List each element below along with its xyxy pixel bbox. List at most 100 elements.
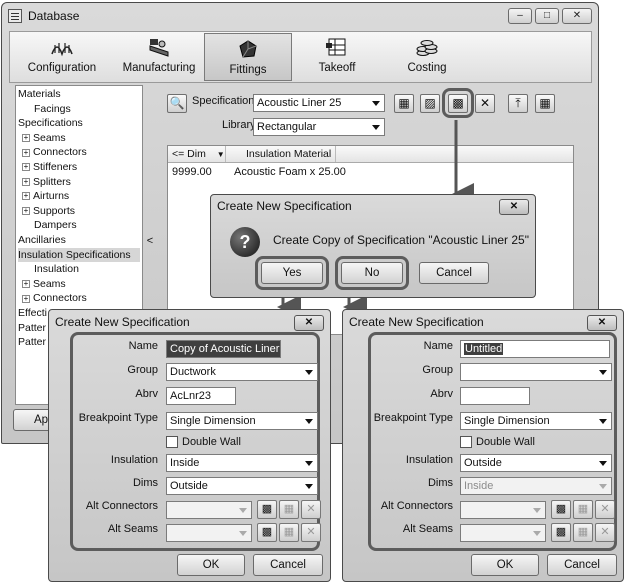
alt-connectors-select[interactable] (166, 501, 252, 519)
upload-button[interactable]: ⤒ (508, 94, 528, 113)
cancel-button[interactable]: Cancel (253, 554, 323, 576)
tree-item[interactable]: Materials (18, 87, 140, 102)
alt-connectors-add-icon[interactable]: ▩ (551, 500, 571, 519)
alt-seams-edit-icon[interactable]: ▦ (573, 523, 593, 542)
tree-item[interactable]: Insulation (18, 262, 140, 277)
abrv-field[interactable]: AcLnr23 (166, 387, 236, 405)
minimize-button[interactable]: – (508, 8, 532, 24)
expand-icon[interactable]: + (22, 134, 30, 142)
grid-cell-material: Acoustic Foam x 25.00 (234, 166, 346, 178)
alt-seams-select[interactable] (166, 524, 252, 542)
maximize-button[interactable]: □ (535, 8, 559, 24)
double-wall-checkbox[interactable]: Double Wall (460, 436, 535, 449)
tree-item[interactable]: + Connectors (18, 291, 140, 306)
tab-configuration[interactable]: Configuration (10, 32, 114, 82)
alt-connectors-edit-icon[interactable]: ▦ (573, 500, 593, 519)
grid-cell-dim: 9999.00 (172, 166, 212, 178)
properties-button[interactable]: ▦ (394, 94, 414, 113)
tree-item[interactable]: + Seams (18, 277, 140, 292)
alt-seams-select[interactable] (460, 524, 546, 542)
alt-seams-delete-icon[interactable]: ✕ (301, 523, 321, 542)
ok-button[interactable]: OK (177, 554, 245, 576)
dialog-right-close-button[interactable]: ✕ (587, 315, 617, 331)
insulation-label: Insulation (110, 454, 158, 466)
confirm-dialog: Create New Specification ✕ ? Create Copy… (210, 194, 536, 298)
alt-seams-add-icon[interactable]: ▩ (257, 523, 277, 542)
group-label: Group (127, 364, 158, 376)
abrv-field[interactable] (460, 387, 530, 405)
cancel-button[interactable]: Cancel (419, 262, 489, 284)
grid-header-material[interactable]: Insulation Material (226, 146, 336, 162)
tree-item[interactable]: + Connectors (18, 145, 140, 160)
copy-button[interactable]: ▨ (420, 94, 440, 113)
tree-item[interactable]: + Splitters (18, 175, 140, 190)
tree-item[interactable]: Specifications (18, 116, 140, 131)
group-select[interactable] (460, 363, 612, 381)
insulation-select[interactable]: Outside (460, 454, 612, 472)
group-select[interactable]: Ductwork (166, 363, 318, 381)
delete-button[interactable]: ✕ (475, 94, 495, 113)
dims-label: Dims (132, 477, 158, 489)
tab-fittings[interactable]: Fittings (204, 33, 292, 81)
dialog-left-title: Create New Specification (55, 315, 190, 329)
tree-item-selected[interactable]: Insulation Specifications (18, 247, 140, 263)
tree-item[interactable]: + Seams (18, 131, 140, 146)
tab-fittings-label: Fittings (229, 64, 267, 76)
insulation-select[interactable]: Inside (166, 454, 318, 472)
preview-button[interactable]: 🔍 (167, 94, 187, 113)
expand-icon[interactable]: + (22, 163, 30, 172)
ok-button[interactable]: OK (471, 554, 539, 576)
breakpoint-select[interactable]: Single Dimension (166, 412, 318, 430)
tree-item[interactable]: + Supports (18, 204, 140, 219)
tab-takeoff[interactable]: Takeoff (292, 32, 382, 82)
grid-button[interactable]: ▦ (535, 94, 555, 113)
grid-header-dim[interactable]: <= Dim ▼ (168, 146, 226, 162)
abrv-label: Abrv (135, 388, 158, 400)
tab-manufacturing[interactable]: Manufacturing (114, 32, 204, 82)
alt-connectors-delete-icon[interactable]: ✕ (595, 500, 615, 519)
expand-icon[interactable]: + (22, 177, 30, 186)
alt-seams-delete-icon[interactable]: ✕ (595, 523, 615, 542)
alt-seams-label: Alt Seams (402, 523, 453, 535)
expand-icon[interactable]: + (22, 192, 30, 201)
database-titlebar: Database – □ ✕ (2, 3, 598, 29)
tab-takeoff-label: Takeoff (318, 62, 356, 74)
breakpoint-label: Breakpoint Type (78, 412, 158, 424)
name-field[interactable]: Copy of Acoustic Liner 25 (166, 340, 281, 358)
collapse-splitter[interactable]: < (145, 235, 155, 251)
alt-seams-add-icon[interactable]: ▩ (551, 523, 571, 542)
breakpoint-select[interactable]: Single Dimension (460, 412, 612, 430)
alt-connectors-add-icon[interactable]: ▩ (257, 500, 277, 519)
alt-seams-edit-icon[interactable]: ▦ (279, 523, 299, 542)
new-spec-dialog-left: Create New Specification ✕ Name Copy of … (48, 309, 331, 582)
tree-item[interactable]: + Airturns (18, 189, 140, 204)
library-select[interactable]: Rectangular (253, 118, 385, 136)
no-highlight (335, 256, 409, 290)
tree-item[interactable]: Dampers (18, 218, 140, 233)
tree-item[interactable]: + Stiffeners (18, 160, 140, 175)
confirm-close-button[interactable]: ✕ (499, 199, 529, 215)
close-button[interactable]: ✕ (562, 8, 592, 24)
dialog-left-close-button[interactable]: ✕ (294, 315, 324, 331)
cancel-button[interactable]: Cancel (547, 554, 617, 576)
double-wall-checkbox[interactable]: Double Wall (166, 436, 241, 449)
alt-connectors-select[interactable] (460, 501, 546, 519)
name-field[interactable]: Untitled (460, 340, 610, 358)
expand-icon[interactable]: + (22, 294, 30, 303)
tree-item[interactable]: Facings (18, 102, 140, 117)
expand-icon[interactable]: + (22, 148, 30, 157)
confirm-title: Create New Specification (217, 199, 352, 213)
tab-costing-label: Costing (407, 62, 447, 74)
configuration-icon (51, 43, 73, 57)
expand-icon[interactable]: + (22, 206, 30, 215)
table-row[interactable]: 9999.00 Acoustic Foam x 25.00 (168, 163, 573, 181)
specification-select[interactable]: Acoustic Liner 25 (253, 94, 385, 112)
tab-costing[interactable]: Costing (382, 32, 472, 82)
dims-select[interactable]: Inside (460, 477, 612, 495)
alt-connectors-delete-icon[interactable]: ✕ (301, 500, 321, 519)
tab-configuration-label: Configuration (27, 62, 97, 74)
alt-connectors-edit-icon[interactable]: ▦ (279, 500, 299, 519)
dims-select[interactable]: Outside (166, 477, 318, 495)
expand-icon[interactable]: + (22, 279, 30, 288)
tree-item[interactable]: Ancillaries (18, 233, 140, 248)
